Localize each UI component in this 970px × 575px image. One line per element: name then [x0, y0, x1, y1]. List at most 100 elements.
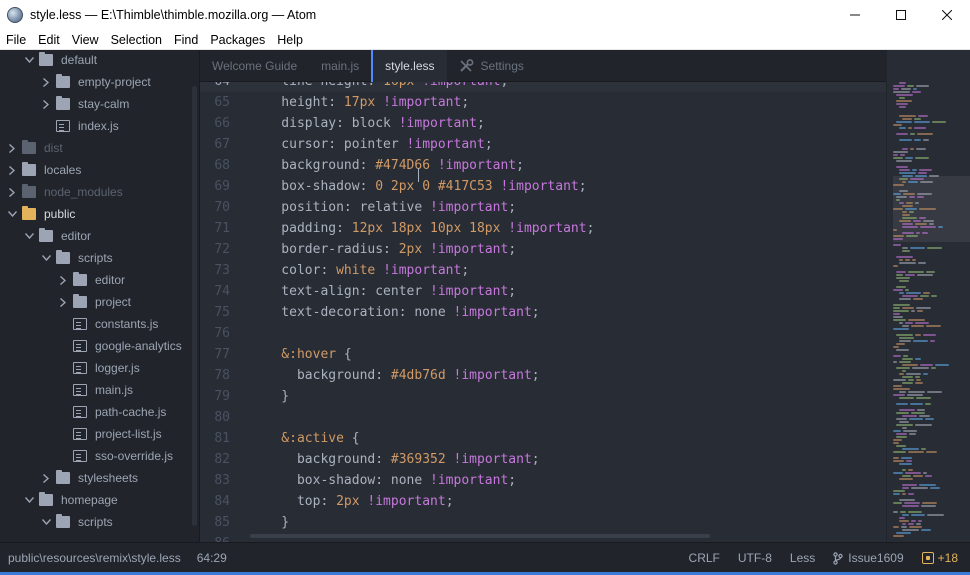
tree-file[interactable]: google-analytics — [0, 335, 192, 357]
code-line[interactable]: 84 top: 2px !important; — [200, 491, 886, 512]
code-line[interactable]: 78 background: #4db76d !important; — [200, 365, 886, 386]
encoding[interactable]: UTF-8 — [738, 551, 772, 565]
code-line[interactable]: 65 height: 17px !important; — [200, 92, 886, 113]
window-controls — [832, 0, 970, 30]
code-line[interactable]: 73 color: white !important; — [200, 260, 886, 281]
tree-folder[interactable]: default — [0, 50, 192, 71]
tree-file[interactable]: path-cache.js — [0, 401, 192, 423]
file-path[interactable]: public\resources\remix\style.less — [8, 551, 181, 565]
tree-file[interactable]: sso-override.js — [0, 445, 192, 467]
chevron-right-icon[interactable] — [6, 159, 18, 181]
horizontal-scrollbar[interactable] — [250, 534, 710, 538]
tab-settings[interactable]: Settings — [447, 50, 536, 82]
code-line[interactable]: 83 box-shadow: none !important; — [200, 470, 886, 491]
code-line[interactable]: 76 — [200, 323, 886, 344]
tree-folder[interactable]: stay-calm — [0, 93, 192, 115]
maximize-button[interactable] — [878, 0, 924, 30]
chevron-down-icon[interactable] — [40, 511, 52, 533]
minimap-line — [920, 364, 933, 366]
tree-file[interactable]: logger.js — [0, 357, 192, 379]
tree-folder[interactable]: editor — [0, 225, 192, 247]
tab-main-js[interactable]: main.js — [309, 50, 371, 82]
tree-folder[interactable]: homepage — [0, 489, 192, 511]
tab-welcome-guide[interactable]: Welcome Guide — [200, 50, 309, 82]
tree-file[interactable]: main.js — [0, 379, 192, 401]
tree-item-label: editor — [61, 229, 92, 243]
minimap-line — [926, 271, 935, 273]
tree-folder[interactable]: stylesheets — [0, 467, 192, 489]
minimap-line — [907, 394, 923, 396]
menu-view[interactable]: View — [66, 33, 105, 47]
code-line[interactable]: 85 } — [200, 512, 886, 533]
code-line[interactable]: 82 background: #369352 !important; — [200, 449, 886, 470]
minimap-line — [899, 106, 906, 108]
minimize-button[interactable] — [832, 0, 878, 30]
tree-file[interactable]: project-list.js — [0, 423, 192, 445]
code-line[interactable]: 64 line-height: 16px !important; — [200, 82, 886, 92]
chevron-right-icon[interactable] — [6, 181, 18, 203]
cursor-position[interactable]: 64:29 — [197, 551, 227, 565]
tab-style-less[interactable]: style.less — [371, 50, 447, 82]
tree-folder[interactable]: scripts — [0, 511, 192, 533]
file-icon — [73, 384, 87, 396]
tree-folder[interactable]: locales — [0, 159, 192, 181]
code-editor[interactable]: 8685 }84 top: 2px !important;83 box-shad… — [200, 82, 886, 542]
minimap[interactable] — [886, 50, 970, 542]
code-line[interactable]: 77 &:hover { — [200, 344, 886, 365]
tree-file[interactable]: index.js — [0, 115, 192, 137]
tree-folder[interactable]: dist — [0, 137, 192, 159]
menu-help[interactable]: Help — [271, 33, 309, 47]
chevron-right-icon[interactable] — [40, 467, 52, 489]
close-button[interactable] — [924, 0, 970, 30]
minimap-line — [893, 91, 910, 93]
menu-find[interactable]: Find — [168, 33, 204, 47]
line-number: 64 — [200, 82, 230, 92]
code-line[interactable]: 68 background: #474D66 !important; — [200, 155, 886, 176]
minimap-line — [899, 190, 908, 192]
chevron-right-icon[interactable] — [40, 93, 52, 115]
tree-folder[interactable]: empty-project — [0, 71, 192, 93]
code-line[interactable]: 72 border-radius: 2px !important; — [200, 239, 886, 260]
code-line[interactable]: 66 display: block !important; — [200, 113, 886, 134]
code-line[interactable]: 69 box-shadow: 0 2px 0 #417C53 !importan… — [200, 176, 886, 197]
chevron-down-icon[interactable] — [40, 247, 52, 269]
chevron-down-icon[interactable] — [6, 203, 18, 225]
code-line[interactable]: 80 — [200, 407, 886, 428]
chevron-right-icon[interactable] — [40, 71, 52, 93]
code-line[interactable]: 70 position: relative !important; — [200, 197, 886, 218]
tree-folder[interactable]: scripts — [0, 247, 192, 269]
tree-scrollbar[interactable] — [192, 86, 197, 526]
code-line[interactable]: 79 } — [200, 386, 886, 407]
minimap-line — [899, 409, 915, 411]
code-line[interactable]: 74 text-align: center !important; — [200, 281, 886, 302]
line-ending[interactable]: CRLF — [689, 551, 720, 565]
tree-folder[interactable]: editor — [0, 269, 192, 291]
chevron-right-icon[interactable] — [57, 291, 69, 313]
tree-item-label: logger.js — [95, 361, 140, 375]
chevron-down-icon[interactable] — [23, 225, 35, 247]
tree-folder[interactable]: project — [0, 291, 192, 313]
tree-file[interactable]: constants.js — [0, 313, 192, 335]
minimap-line — [902, 217, 917, 219]
chevron-right-icon[interactable] — [57, 269, 69, 291]
tree-folder[interactable]: node_modules — [0, 181, 192, 203]
code-line[interactable]: 71 padding: 12px 18px 10px 18px !importa… — [200, 218, 886, 239]
chevron-down-icon[interactable] — [23, 50, 35, 71]
menu-packages[interactable]: Packages — [204, 33, 271, 47]
code-token: !important — [430, 473, 509, 488]
tree-folder[interactable]: public — [0, 203, 192, 225]
code-line[interactable]: 67 cursor: pointer !important; — [200, 134, 886, 155]
code-line[interactable]: 75 text-decoration: none !important; — [200, 302, 886, 323]
git-branch[interactable]: Issue1609 — [833, 551, 904, 565]
menu-selection[interactable]: Selection — [105, 33, 168, 47]
git-changes[interactable]: +18 — [921, 551, 958, 565]
minimap-line — [902, 325, 909, 327]
chevron-right-icon[interactable] — [6, 137, 18, 159]
grammar[interactable]: Less — [790, 551, 815, 565]
minimap-line — [914, 118, 921, 120]
menu-edit[interactable]: Edit — [32, 33, 66, 47]
menu-file[interactable]: File — [0, 33, 32, 47]
chevron-down-icon[interactable] — [23, 489, 35, 511]
code-line[interactable]: 81 &:active { — [200, 428, 886, 449]
